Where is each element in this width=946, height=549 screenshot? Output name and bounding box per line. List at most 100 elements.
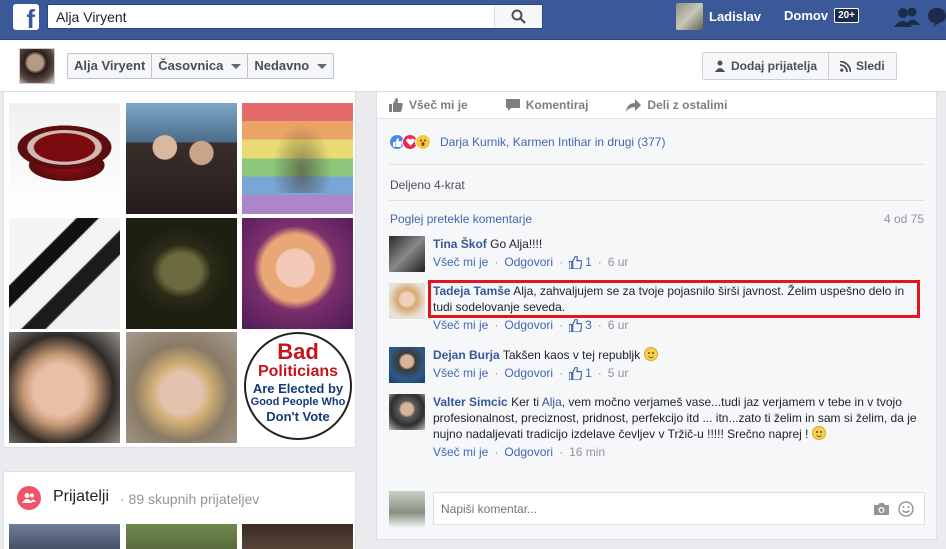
comment-like-link[interactable]: Všeč mi je	[433, 444, 488, 460]
photo-tile[interactable]	[242, 218, 353, 329]
friend-requests-button[interactable]	[894, 6, 920, 31]
photo-tile[interactable]	[9, 332, 120, 443]
home-link[interactable]: Domov 20+	[784, 8, 860, 23]
comment-time[interactable]: 16 min	[569, 444, 605, 460]
comment-like-link[interactable]: Všeč mi je	[433, 365, 488, 381]
comment-author[interactable]: Dejan Burja	[433, 348, 500, 362]
poster-line: Good People Who	[250, 396, 346, 408]
comment-likes[interactable]: 3	[569, 317, 592, 333]
shared-count[interactable]: Deljeno 4-krat	[390, 178, 465, 192]
add-friend-icon	[715, 60, 725, 72]
comment-likes[interactable]: 1	[569, 365, 592, 381]
poster-image: Bad Politicians Are Elected by Good Peop…	[244, 332, 352, 440]
poster-line: Are Elected by	[252, 381, 344, 396]
divider	[389, 200, 924, 201]
user-name: Ladislav	[709, 9, 762, 24]
comment-meta: Všeč mi je · Odgovori · 1 · 6 ur	[433, 254, 629, 270]
like-button[interactable]: Všeč mi je	[389, 98, 468, 112]
top-bar: f Ladislav Domov 20+	[0, 0, 946, 40]
write-comment	[389, 491, 925, 527]
comment-reply-link[interactable]: Odgovori	[504, 444, 553, 460]
photo-tile-poster[interactable]: Bad Politicians Are Elected by Good Peop…	[242, 332, 353, 443]
profile-subnav: Alja Viryent Časovnica Nedavno Dodaj pri…	[0, 40, 946, 92]
comment-body: Tina Škof Go Alja!!!! Všeč mi je · Odgovo…	[433, 236, 923, 270]
post-action-bar: Všeč mi je Komentiraj Deli z ostalimi	[377, 92, 936, 119]
friend-thumb[interactable]	[242, 524, 353, 549]
comment: Tadeja Tamše Alja, zahvaljujem se za tvo…	[389, 283, 919, 339]
search-input[interactable]	[48, 5, 488, 28]
like-icon	[389, 98, 403, 112]
rss-icon	[840, 60, 852, 72]
breadcrumb: Alja Viryent Časovnica Nedavno	[67, 53, 335, 79]
chevron-down-icon	[317, 63, 328, 69]
comment-reply-link[interactable]: Odgovori	[504, 317, 553, 333]
facebook-logo[interactable]: f	[13, 4, 39, 30]
friends-title[interactable]: Prijatelji	[53, 488, 109, 506]
messages-button[interactable]	[928, 6, 946, 31]
poster-line: Politicians	[257, 363, 339, 380]
photo-tile[interactable]	[242, 103, 353, 214]
photo-tile[interactable]	[126, 218, 237, 329]
comment-avatar[interactable]	[389, 283, 425, 319]
comment-icon	[505, 98, 520, 111]
smile-emoji-icon	[811, 426, 826, 440]
share-button[interactable]: Deli z ostalimi	[626, 98, 727, 112]
comment-button[interactable]: Komentiraj	[505, 98, 588, 112]
reaction-names[interactable]: Darja Kurnik, Karmen Intihar in drugi (3…	[440, 135, 665, 149]
comment-input-box[interactable]	[433, 492, 925, 525]
comment-count: 4 od 75	[883, 212, 924, 226]
comment-text: Go Alja!!!!	[490, 237, 543, 251]
comment-body: Dejan Burja Takšen kaos v tej republjk V…	[433, 347, 923, 381]
post-panel: Všeč mi je Komentiraj Deli z ostalimi Da…	[376, 92, 937, 540]
photo-tile[interactable]	[126, 332, 237, 443]
comment-author[interactable]: Valter Simcic	[433, 395, 508, 409]
reactions-summary[interactable]: Darja Kurnik, Karmen Intihar in drugi (3…	[389, 134, 665, 150]
comment-input[interactable]	[434, 493, 834, 524]
comment-avatar[interactable]	[389, 236, 425, 272]
profile-link[interactable]: Ladislav	[676, 3, 761, 30]
comment-time[interactable]: 6 ur	[608, 317, 629, 333]
friend-thumb[interactable]	[9, 524, 120, 549]
photo-tile[interactable]	[126, 103, 237, 214]
comment: Valter Simcic Ker ti Alja, vem močno ver…	[389, 394, 919, 484]
comment-time[interactable]: 5 ur	[608, 365, 629, 381]
photo-tile[interactable]	[9, 103, 120, 214]
comment-author[interactable]: Tadeja Tamše	[433, 284, 511, 298]
search-button[interactable]	[494, 5, 542, 28]
recent-dropdown[interactable]: Nedavno	[248, 54, 333, 78]
smile-emoji-icon	[643, 347, 658, 361]
add-friend-button[interactable]: Dodaj prijatelja	[703, 53, 830, 79]
comment-likes[interactable]: 1	[569, 254, 592, 270]
comment-text-pre: Ker ti	[511, 395, 540, 409]
reaction-icons	[389, 134, 431, 150]
comment-avatar[interactable]	[389, 394, 425, 430]
friends-requests-icon	[894, 7, 920, 27]
follow-button[interactable]: Sledi	[829, 53, 896, 79]
comment-mention[interactable]: Alja	[542, 395, 562, 409]
comment-like-link[interactable]: Všeč mi je	[433, 317, 488, 333]
comment-meta: Všeč mi je · Odgovori · 3 · 6 ur	[433, 317, 629, 333]
comment-reply-link[interactable]: Odgovori	[504, 254, 553, 270]
view-previous-comments[interactable]: Poglej pretekle komentarje	[390, 212, 532, 226]
divider	[389, 164, 924, 165]
comment-time[interactable]: 6 ur	[608, 254, 629, 270]
photos-panel: Bad Politicians Are Elected by Good Peop…	[3, 92, 356, 448]
comment-reply-link[interactable]: Odgovori	[504, 365, 553, 381]
friend-thumb[interactable]	[126, 524, 237, 549]
camera-icon[interactable]	[873, 502, 890, 516]
poster-line: Bad	[277, 339, 319, 364]
breadcrumb-name[interactable]: Alja Viryent	[68, 54, 153, 78]
photo-tile[interactable]	[9, 218, 120, 329]
emoji-icon[interactable]	[898, 501, 914, 517]
comment-meta: Všeč mi je · Odgovori · 1 · 5 ur	[433, 365, 629, 381]
user-avatar	[676, 3, 703, 30]
profile-picture-thumb[interactable]	[19, 48, 55, 84]
timeline-dropdown[interactable]: Časovnica	[152, 54, 249, 78]
comment-author[interactable]: Tina Škof	[433, 237, 487, 251]
home-badge: 20+	[834, 8, 860, 23]
search-box[interactable]	[47, 4, 543, 29]
chevron-down-icon	[231, 63, 242, 69]
comment-like-link[interactable]: Všeč mi je	[433, 254, 488, 270]
like-icon	[569, 366, 583, 380]
comment-avatar[interactable]	[389, 347, 425, 383]
